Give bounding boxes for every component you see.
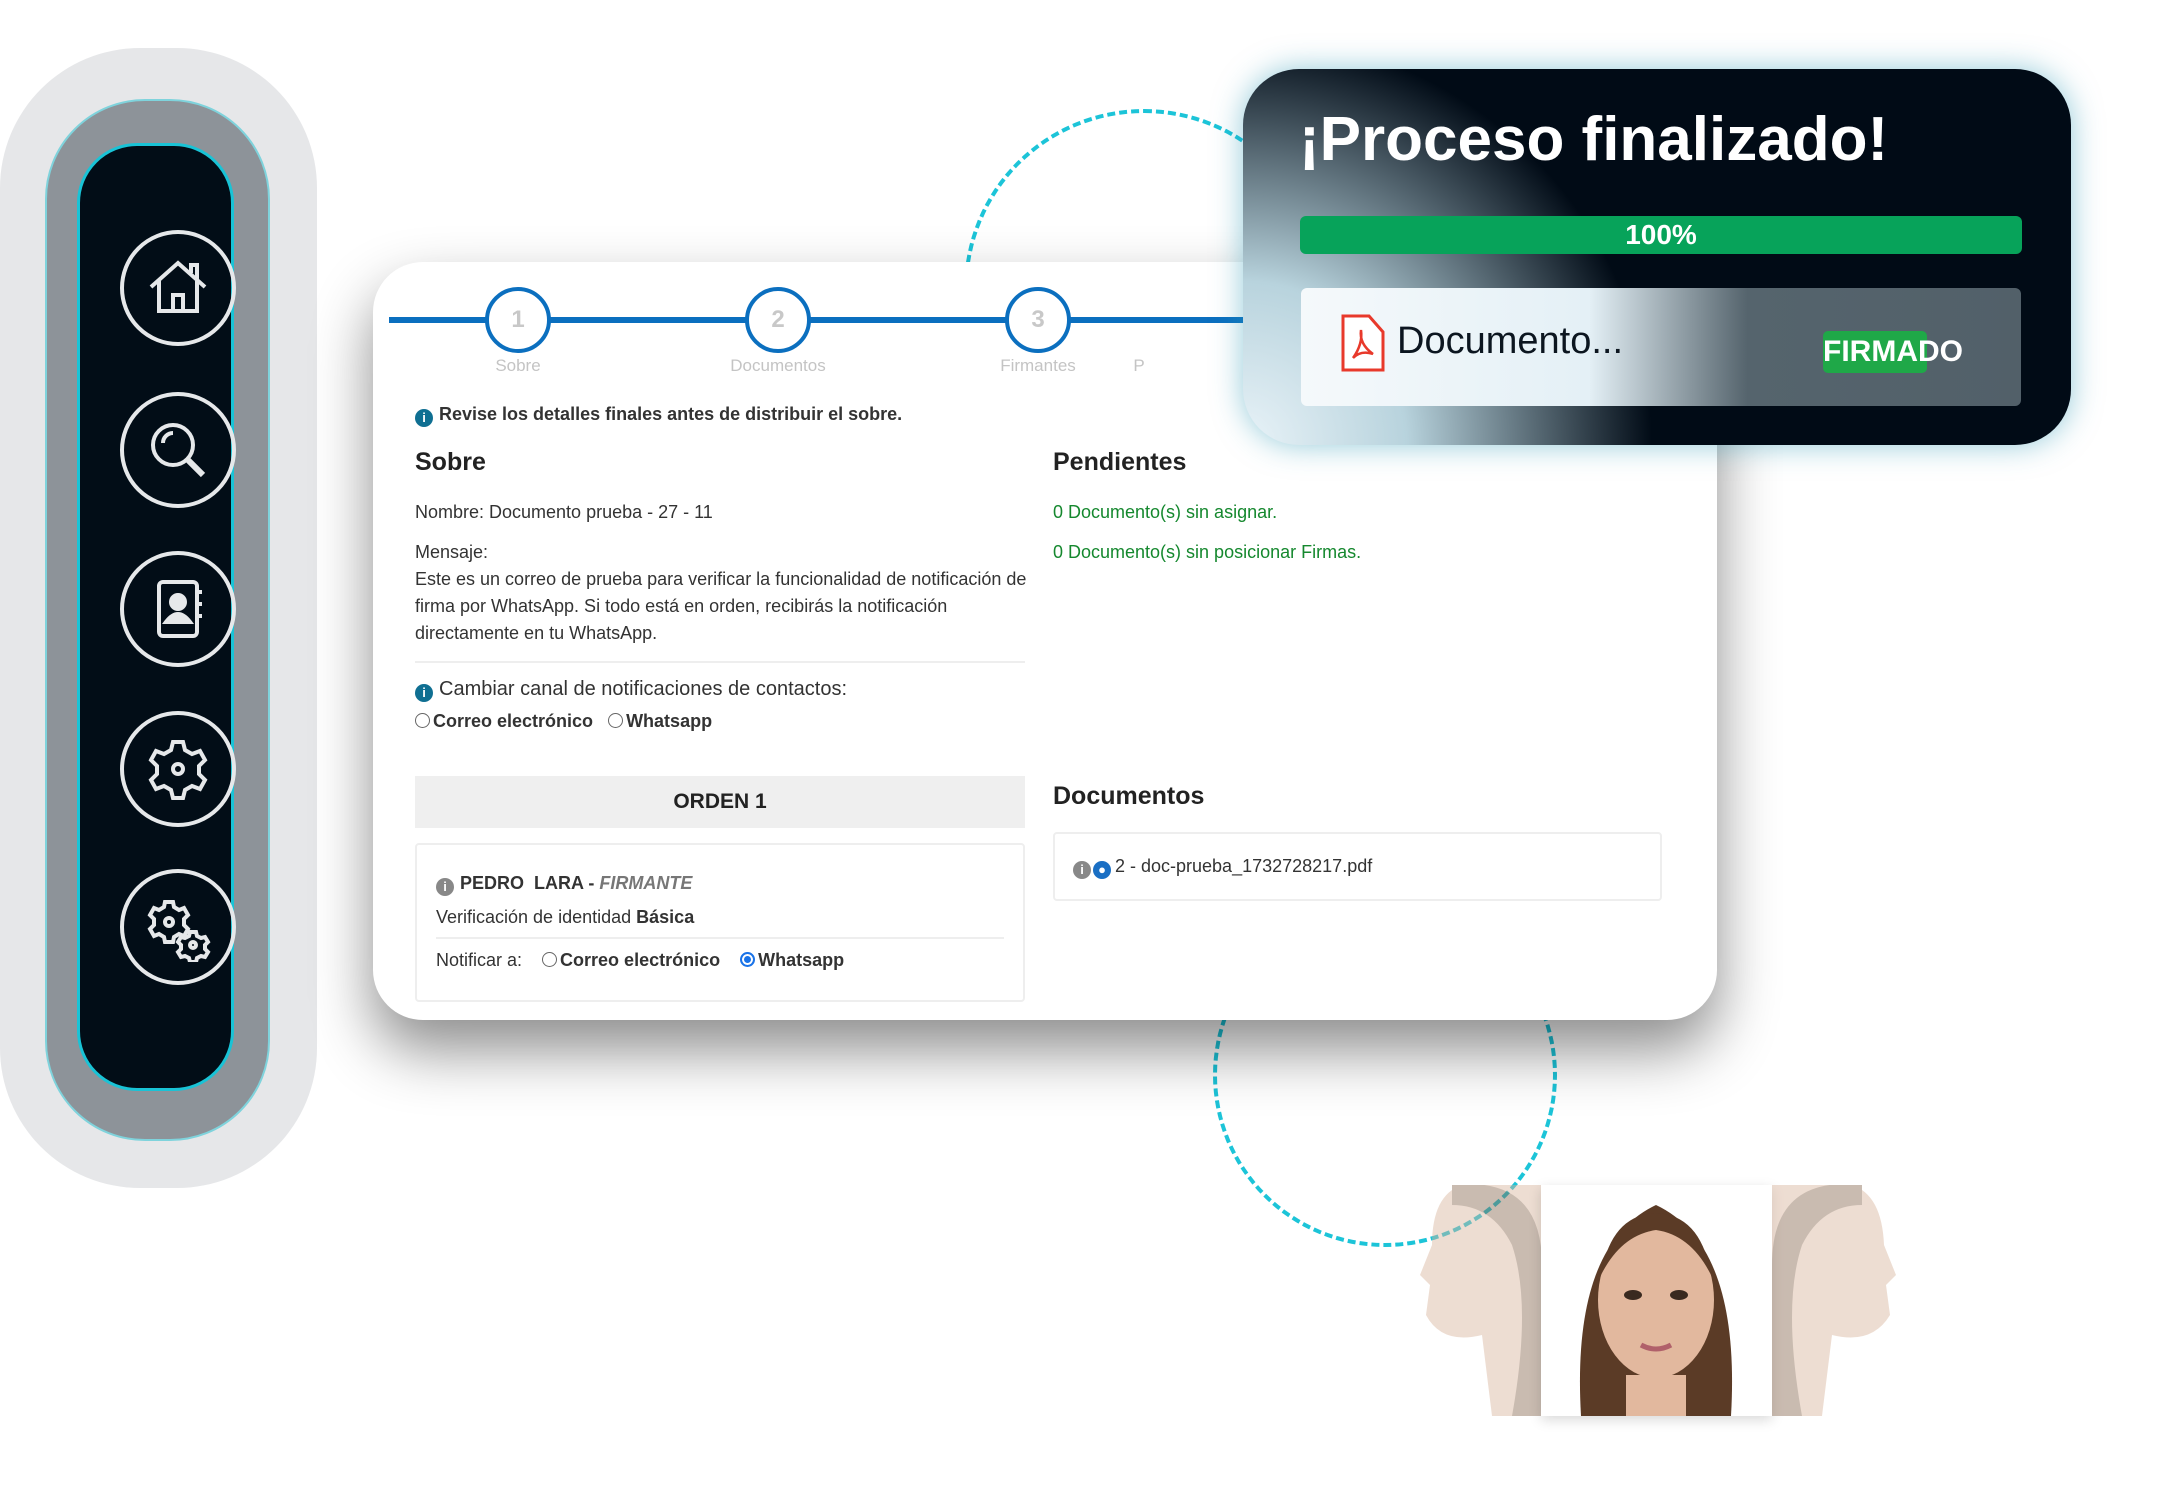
search-icon: [151, 423, 206, 478]
radio-label: Whatsapp: [758, 950, 845, 970]
progress-bar: 100%: [1300, 216, 2022, 254]
progress-label: 100%: [1625, 219, 1697, 250]
sidebar-item-search[interactable]: [120, 392, 236, 508]
signer-last-name: LARA: [534, 873, 584, 893]
verif-label: Verificación de identidad: [436, 907, 632, 927]
info-icon: i: [436, 878, 454, 896]
sidebar-item-settings[interactable]: [120, 711, 236, 827]
order-header: ORDEN 1: [415, 776, 1025, 828]
info-icon: i: [415, 409, 433, 427]
step-number: 3: [1031, 306, 1045, 333]
info-icon: i: [1073, 861, 1091, 879]
step-label-4: P: [1133, 356, 1145, 375]
document-item[interactable]: i ● 2 - doc-prueba_1732728217.pdf: [1053, 832, 1662, 901]
step-2[interactable]: 2: [745, 287, 811, 353]
face-profile-right-image: [1772, 1185, 1896, 1416]
face-profile-left-image: [1420, 1185, 1542, 1416]
pending-item: 0 Documento(s) sin asignar.: [1053, 502, 1278, 522]
sidebar: [77, 143, 236, 1091]
channel-change-text: Cambiar canal de notificaciones de conta…: [439, 678, 848, 700]
radio-whatsapp[interactable]: [608, 713, 624, 728]
gear-icon: [148, 740, 208, 800]
signer-first-name: PEDRO: [460, 873, 525, 893]
step-label-firmantes: Firmantes: [1000, 356, 1076, 375]
step-3[interactable]: 3: [1005, 287, 1071, 353]
document-name: 2 - doc-prueba_1732728217.pdf: [1115, 856, 1373, 876]
radio-label: Correo electrónico: [560, 950, 721, 970]
notify-row: Notificar a: Correo electrónico Whatsapp: [436, 950, 844, 971]
sidebar-item-contacts[interactable]: [120, 551, 236, 667]
document-name: Documento...: [1397, 320, 1623, 362]
review-info: i Revise los detalles finales antes de di…: [415, 404, 902, 427]
radio-correo[interactable]: [415, 713, 430, 728]
info-icon: i: [415, 684, 433, 702]
status-badge: FIRMADO: [1823, 331, 1963, 373]
user-icon: ●: [1093, 861, 1111, 879]
envelope-name: Nombre: Documento prueba - 27 - 11: [415, 502, 713, 522]
signer-name: i PEDRO LARA - FIRMANTE: [436, 873, 692, 896]
gears-icon: [147, 900, 211, 962]
step-label-sobre: Sobre: [495, 356, 541, 375]
signer-role: FIRMANTE: [599, 873, 693, 893]
review-info-text: Revise los detalles finales antes de dis…: [439, 404, 903, 424]
popup-title: ¡Proceso finalizado!: [1299, 105, 1889, 174]
sidebar-item-home[interactable]: [120, 230, 236, 346]
radio-label: Whatsapp: [626, 711, 713, 731]
notify-radio-correo[interactable]: [542, 952, 558, 967]
message-line: firma por WhatsApp. Si todo está en orde…: [415, 596, 948, 616]
message-line: directamente en tu WhatsApp.: [415, 623, 658, 643]
sidebar-item-advanced-settings[interactable]: [120, 869, 236, 985]
signer-card: i PEDRO LARA - FIRMANTE Verificación de i…: [415, 843, 1025, 1002]
message-line: Este es un correo de prueba para verific…: [415, 569, 1027, 589]
pendientes-heading: Pendientes: [1053, 448, 1187, 476]
pending-item: 0 Documento(s) sin posicionar Firmas.: [1053, 542, 1362, 562]
channel-change-label: i Cambiar canal de notificaciones de cont…: [415, 678, 847, 702]
home-icon: [149, 260, 207, 313]
step-number: 1: [511, 306, 525, 333]
step-label-documentos: Documentos: [730, 356, 826, 375]
step-1[interactable]: 1: [485, 287, 551, 353]
divider: [415, 661, 1025, 663]
verif-level: Básica: [636, 907, 695, 927]
process-complete-popup: ¡Proceso finalizado! 100% Documento... F…: [1243, 69, 2071, 445]
pdf-icon: [1341, 314, 1385, 372]
step-number: 2: [771, 306, 785, 333]
divider: [436, 937, 1004, 939]
documentos-heading: Documentos: [1053, 782, 1205, 810]
identity-verification: Verificación de identidad Básica: [436, 907, 694, 928]
channel-radio-group: Correo electrónico Whatsapp: [415, 711, 712, 732]
notify-radio-whatsapp[interactable]: [740, 952, 756, 967]
notify-label: Notificar a:: [436, 950, 523, 970]
message-label: Mensaje:: [415, 542, 489, 562]
radio-label: Correo electrónico: [433, 711, 594, 731]
document-row: i ● 2 - doc-prueba_1732728217.pdf: [1073, 856, 1372, 879]
face-front-image: [1541, 1185, 1772, 1416]
contacts-icon: [157, 580, 202, 638]
sobre-heading: Sobre: [415, 448, 486, 476]
separator: -: [588, 873, 595, 893]
signed-document-row: Documento... FIRMADO: [1301, 288, 2021, 406]
